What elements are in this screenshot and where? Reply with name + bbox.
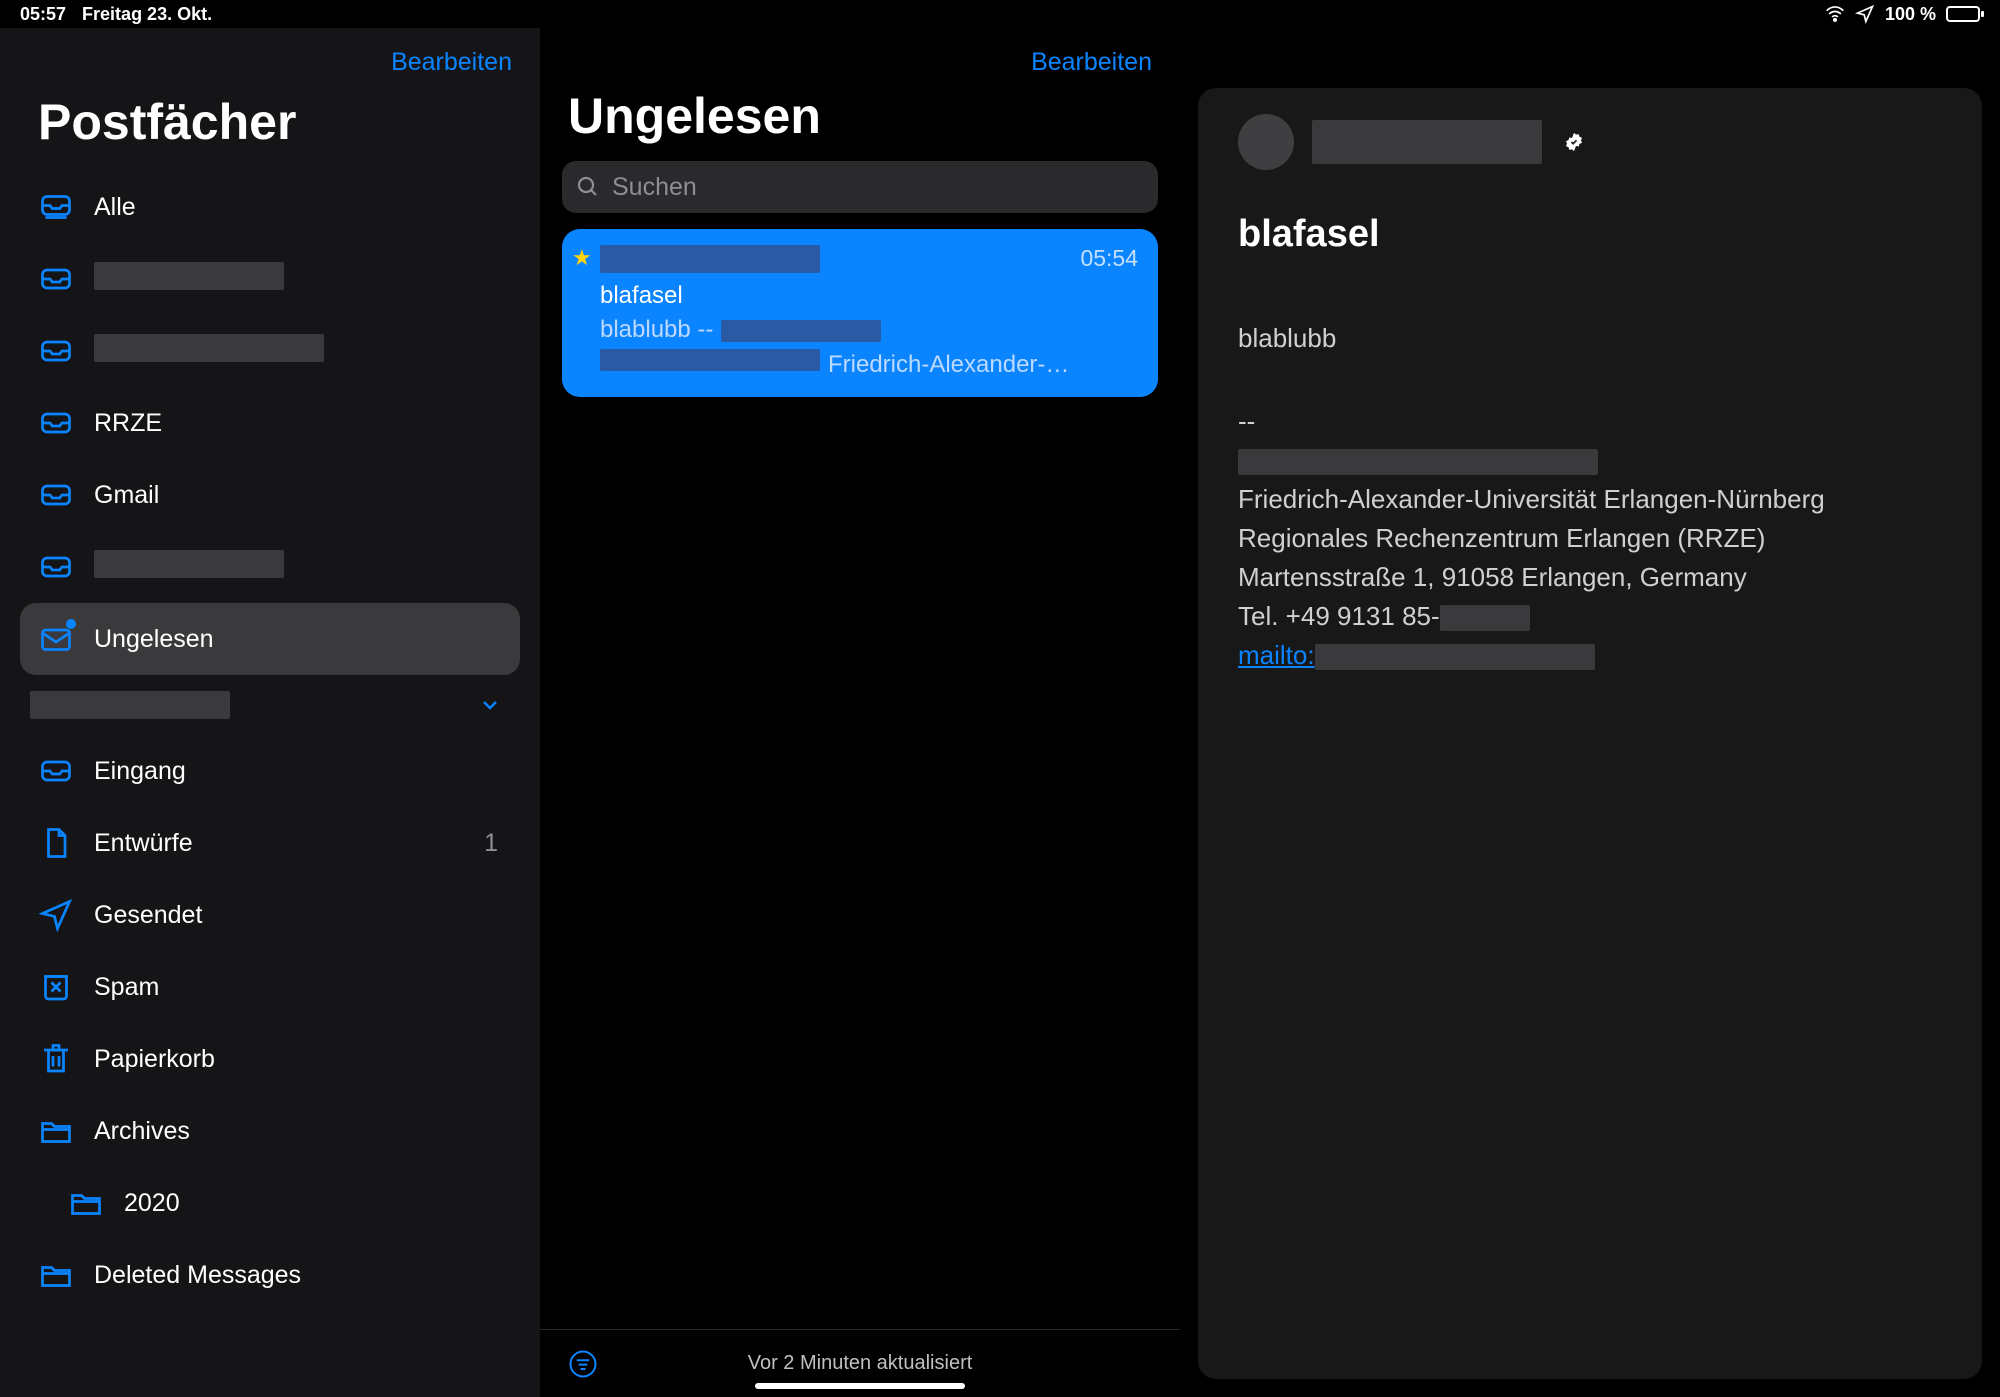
sidebar-list: Alle RRZE Gmail Ungelesen Eingang Entwürfe 1 Ge… (0, 171, 540, 1397)
sidebar-account-header[interactable] (20, 675, 520, 735)
tray-icon (38, 477, 74, 513)
tray-all-icon (38, 189, 74, 225)
message-detail-card: blafasel blablubb -- Friedrich-Alexander… (1198, 88, 1982, 1379)
messagelist-status: Vor 2 Minuten aktualisiert (748, 1352, 973, 1375)
detail-header (1238, 114, 1942, 170)
message-preview-1: blablubb -- (600, 314, 1138, 346)
signature-tel: Tel. +49 9131 85- (1238, 597, 1942, 636)
tray-icon (38, 405, 74, 441)
detail-body: blablubb -- Friedrich-Alexander-Universi… (1238, 319, 1942, 675)
verified-icon (1564, 132, 1584, 152)
sidebar-title: Postfächer (0, 85, 540, 171)
search-placeholder: Suchen (612, 173, 697, 202)
chevron-down-icon (478, 693, 502, 717)
signature-line: Friedrich-Alexander-Universität Erlangen… (1238, 480, 1942, 519)
folder-icon (38, 1113, 74, 1149)
wifi-icon (1825, 4, 1845, 24)
home-indicator (755, 1383, 965, 1389)
signature-line-redacted (1238, 441, 1942, 480)
envelope-dot-icon (38, 621, 74, 657)
search-input[interactable]: Suchen (562, 161, 1158, 213)
messagelist-edit-button[interactable]: Bearbeiten (540, 28, 1180, 81)
sidebar-folder-item[interactable]: Eingang (20, 735, 520, 807)
sidebar-item-count: 1 (484, 829, 498, 858)
signature-sep: -- (1238, 402, 1942, 441)
message-sender-redacted (600, 245, 820, 273)
sidebar-mailbox-item[interactable]: Ungelesen (20, 603, 520, 675)
sidebar-folder-item[interactable]: Papierkorb (20, 1023, 520, 1095)
detail-sender-redacted (1312, 120, 1542, 164)
sidebar-item-label: Gesendet (94, 901, 502, 930)
sidebar-folder-item[interactable]: Archives (20, 1095, 520, 1167)
sidebar-item-label (94, 262, 502, 297)
message-preview-2: Friedrich-Alexander-… (600, 349, 1138, 381)
signature-line: Martensstraße 1, 91058 Erlangen, Germany (1238, 558, 1942, 597)
sidebar-item-label: RRZE (94, 409, 502, 438)
sidebar-item-label: 2020 (124, 1189, 502, 1218)
star-icon: ★ (572, 243, 592, 273)
message-row[interactable]: ★ 05:54 blafasel blablubb -- Friedrich-A… (562, 229, 1158, 397)
sidebar-item-label: Gmail (94, 481, 502, 510)
sidebar-folder-item[interactable]: 2020 (20, 1167, 520, 1239)
status-bar: 05:57 Freitag 23. Okt. 100 % (0, 0, 2000, 28)
tray-icon (38, 261, 74, 297)
message-list-pane: Bearbeiten Ungelesen Suchen ★ 05:54 blaf… (540, 28, 1180, 1397)
sidebar-mailbox-item[interactable] (20, 243, 520, 315)
account-name-redacted (30, 691, 230, 719)
folder-icon (38, 1257, 74, 1293)
sidebar-item-label (94, 334, 502, 369)
sidebar-mailbox-item[interactable]: Gmail (20, 459, 520, 531)
tray-icon (38, 753, 74, 789)
tray-icon (38, 549, 74, 585)
mailboxes-sidebar: Bearbeiten Postfächer Alle RRZE Gmail Ungel… (0, 28, 540, 1397)
sidebar-edit-button[interactable]: Bearbeiten (0, 40, 540, 85)
sidebar-mailbox-item[interactable]: Alle (20, 171, 520, 243)
battery-icon (1946, 6, 1980, 22)
folder-icon (68, 1185, 104, 1221)
sidebar-item-label: Deleted Messages (94, 1261, 502, 1290)
sidebar-item-label: Eingang (94, 757, 502, 786)
sidebar-folder-item[interactable]: Entwürfe 1 (20, 807, 520, 879)
sidebar-item-label: Entwürfe (94, 829, 464, 858)
statusbar-battery-text: 100 % (1885, 4, 1936, 25)
messagelist-title: Ungelesen (540, 81, 1180, 161)
sidebar-mailbox-item[interactable] (20, 315, 520, 387)
statusbar-date: Freitag 23. Okt. (82, 4, 212, 25)
body-line: blablubb (1238, 319, 1942, 358)
trash-icon (38, 1041, 74, 1077)
message-subject: blafasel (600, 280, 1138, 312)
signature-mailto[interactable]: mailto: (1238, 636, 1942, 675)
message-time: 05:54 (1080, 243, 1138, 274)
tray-icon (38, 333, 74, 369)
search-icon (576, 175, 600, 199)
detail-subject: blafasel (1238, 206, 1942, 263)
sidebar-item-label: Spam (94, 973, 502, 1002)
signature-line: Regionales Rechenzentrum Erlangen (RRZE) (1238, 519, 1942, 558)
statusbar-time: 05:57 (20, 4, 66, 25)
sidebar-item-label: Alle (94, 193, 502, 222)
sidebar-mailbox-item[interactable]: RRZE (20, 387, 520, 459)
sidebar-folder-item[interactable]: Gesendet (20, 879, 520, 951)
doc-icon (38, 825, 74, 861)
filter-icon[interactable] (568, 1349, 598, 1379)
sidebar-item-label: Papierkorb (94, 1045, 502, 1074)
sidebar-folder-item[interactable]: Spam (20, 951, 520, 1023)
sidebar-mailbox-item[interactable] (20, 531, 520, 603)
sidebar-item-label (94, 550, 502, 585)
sidebar-item-label: Ungelesen (94, 625, 502, 654)
location-icon (1855, 4, 1875, 24)
avatar (1238, 114, 1294, 170)
sidebar-folder-item[interactable]: Deleted Messages (20, 1239, 520, 1311)
sidebar-item-label: Archives (94, 1117, 502, 1146)
send-icon (38, 897, 74, 933)
message-detail-pane: blafasel blablubb -- Friedrich-Alexander… (1180, 28, 2000, 1397)
junk-icon (38, 969, 74, 1005)
